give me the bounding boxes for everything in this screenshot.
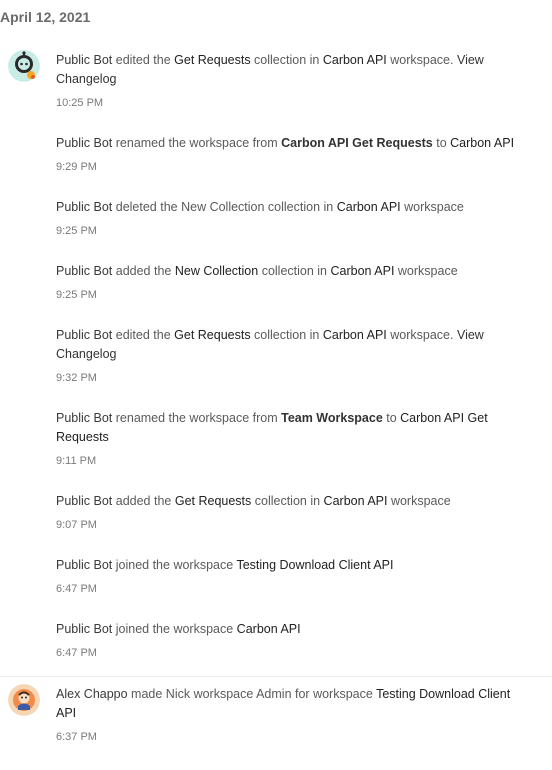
user-avatar[interactable]	[8, 684, 40, 716]
activity-text-fragment: deleted the New Collection collection in	[112, 200, 337, 214]
object-name[interactable]: Testing Download Client API	[236, 558, 393, 572]
group-divider	[0, 676, 552, 677]
activity-timestamp: 6:47 PM	[56, 647, 97, 659]
activity-text: Public Bot deleted the New Collection co…	[56, 198, 528, 217]
activity-text: Public Bot renamed the workspace from Ca…	[56, 134, 528, 153]
actor-name[interactable]: Public Bot	[56, 558, 112, 572]
actor-name[interactable]: Public Bot	[56, 622, 112, 636]
user-icon	[8, 684, 40, 716]
activity-text-fragment: added the	[112, 494, 175, 508]
object-name[interactable]: Carbon API	[450, 136, 514, 150]
activity-timestamp: 9:32 PM	[56, 372, 97, 384]
object-name[interactable]: Carbon API	[324, 494, 388, 508]
activity-item: Public Bot edited the Get Requests colle…	[56, 51, 528, 109]
activity-text-fragment: workspace	[394, 264, 458, 278]
activity-timestamp: 9:07 PM	[56, 519, 97, 531]
actor-name[interactable]: Public Bot	[56, 200, 112, 214]
activity-item: Public Bot added the Get Requests collec…	[56, 492, 528, 531]
activity-text-fragment: workspace	[400, 200, 464, 214]
activity-text-fragment: renamed the workspace from	[112, 136, 282, 150]
activity-text-fragment: added the	[112, 264, 175, 278]
activity-text-fragment: joined the workspace	[112, 622, 237, 636]
activity-text-fragment: to	[432, 136, 451, 150]
activity-item: Public Bot renamed the workspace from Ca…	[56, 134, 528, 173]
activity-item: Alex Chappo made Nick workspace Admin fo…	[56, 685, 528, 743]
activity-text: Public Bot joined the workspace Carbon A…	[56, 620, 528, 639]
activity-item: Public Bot renamed the workspace from Te…	[56, 409, 528, 467]
activity-item: Public Bot joined the workspace Testing …	[56, 556, 528, 595]
activity-text: Public Bot edited the Get Requests colle…	[56, 51, 528, 89]
actor-name[interactable]: Public Bot	[56, 136, 112, 150]
object-name[interactable]: Carbon API	[330, 264, 394, 278]
activity-text: Public Bot added the Get Requests collec…	[56, 492, 528, 511]
activity-text: Public Bot joined the workspace Testing …	[56, 556, 528, 575]
activity-timestamp: 6:37 PM	[56, 731, 97, 743]
activity-timestamp: 9:25 PM	[56, 289, 97, 301]
actor-name[interactable]: Public Bot	[56, 328, 112, 342]
activity-timestamp: 9:25 PM	[56, 225, 97, 237]
activity-text-fragment: collection in	[251, 494, 324, 508]
activity-text-fragment: to	[382, 411, 401, 425]
activity-text-fragment: collection in	[258, 264, 331, 278]
activity-timestamp: 6:47 PM	[56, 583, 97, 595]
previous-name: Carbon API Get Requests	[281, 136, 433, 150]
previous-name: Team Workspace	[281, 411, 383, 425]
object-name[interactable]: Get Requests	[174, 53, 250, 67]
activity-item: Public Bot deleted the New Collection co…	[56, 198, 528, 237]
bot-icon	[8, 50, 40, 82]
object-name[interactable]: Get Requests	[175, 494, 251, 508]
actor-name[interactable]: Alex Chappo	[56, 687, 128, 701]
object-name[interactable]: Carbon API	[323, 53, 387, 67]
activity-text-fragment: workspace.	[386, 53, 457, 67]
activity-timestamp: 9:11 PM	[56, 455, 97, 467]
activity-text-fragment: renamed the workspace from	[112, 411, 282, 425]
activity-item: Public Bot joined the workspace Carbon A…	[56, 620, 528, 659]
activity-text: Public Bot added the New Collection coll…	[56, 262, 528, 281]
activity-text: Public Bot renamed the workspace from Te…	[56, 409, 528, 447]
bot-avatar[interactable]	[8, 50, 40, 82]
activity-item: Public Bot edited the Get Requests colle…	[56, 326, 528, 384]
activity-text-fragment: workspace	[387, 494, 451, 508]
activity-item: Public Bot added the New Collection coll…	[56, 262, 528, 301]
activity-text-fragment: collection in	[250, 328, 323, 342]
actor-name[interactable]: Public Bot	[56, 264, 112, 278]
object-name[interactable]: Carbon API	[237, 622, 301, 636]
date-header: April 12, 2021	[0, 9, 91, 25]
activity-text-fragment: made Nick workspace Admin for workspace	[127, 687, 377, 701]
activity-text: Alex Chappo made Nick workspace Admin fo…	[56, 685, 528, 723]
activity-text-fragment: edited the	[112, 53, 175, 67]
object-name[interactable]: Get Requests	[174, 328, 250, 342]
object-name[interactable]: Carbon API	[323, 328, 387, 342]
activity-text-fragment: edited the	[112, 328, 175, 342]
actor-name[interactable]: Public Bot	[56, 411, 112, 425]
activity-timestamp: 9:29 PM	[56, 161, 97, 173]
actor-name[interactable]: Public Bot	[56, 494, 112, 508]
actor-name[interactable]: Public Bot	[56, 53, 112, 67]
activity-text-fragment: collection in	[250, 53, 323, 67]
object-name[interactable]: Carbon API	[337, 200, 401, 214]
object-name[interactable]: New Collection	[175, 264, 258, 278]
activity-text: Public Bot edited the Get Requests colle…	[56, 326, 528, 364]
activity-text-fragment: workspace.	[386, 328, 457, 342]
activity-text-fragment: joined the workspace	[112, 558, 237, 572]
activity-timestamp: 10:25 PM	[56, 97, 104, 109]
